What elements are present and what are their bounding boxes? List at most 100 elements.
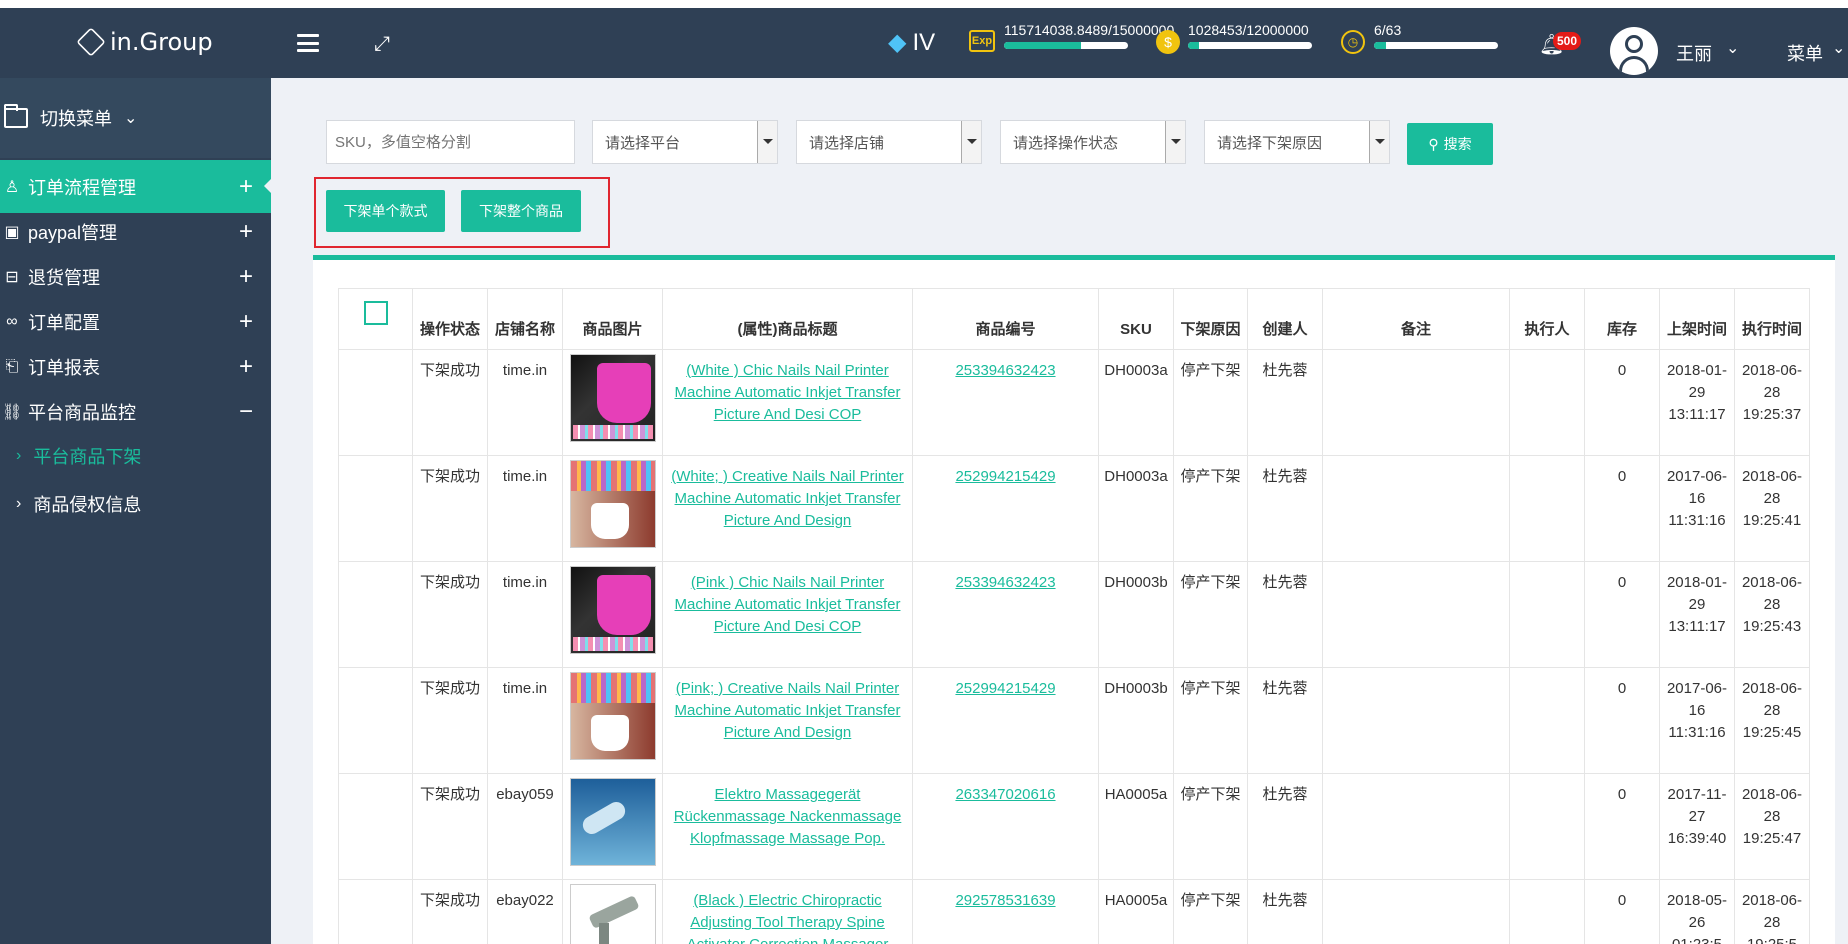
- row-select-cell[interactable]: [338, 349, 413, 456]
- item-id-cell: 252994215429: [912, 667, 1099, 774]
- delist-single-button[interactable]: 下架单个款式: [326, 190, 445, 232]
- executor-cell: [1509, 667, 1585, 774]
- expand-icon[interactable]: +: [239, 308, 253, 336]
- item-id-link[interactable]: 252994215429: [955, 680, 1055, 697]
- reason-select[interactable]: 请选择下架原因: [1204, 120, 1390, 164]
- delist-all-button[interactable]: 下架整个商品: [461, 190, 581, 232]
- item-id-cell: 263347020616: [912, 773, 1099, 880]
- item-id-link[interactable]: 263347020616: [955, 786, 1055, 803]
- alarm-clock-icon: ◷: [1341, 30, 1365, 54]
- product-title-link[interactable]: (Pink ) Chic Nails Nail Printer Machine …: [675, 574, 901, 635]
- item-id-link[interactable]: 292578531639: [955, 892, 1055, 909]
- item-id-link[interactable]: 253394632423: [955, 574, 1055, 591]
- title-cell: (White; ) Creative Nails Nail Printer Ma…: [662, 455, 913, 562]
- image-cell: [562, 773, 663, 880]
- link-icon: ⛓: [2, 403, 23, 421]
- image-cell: [562, 561, 663, 668]
- product-image[interactable]: [569, 354, 656, 442]
- item-id-link[interactable]: 253394632423: [955, 362, 1055, 379]
- listed-time-cell: 2017-11-27 16:39:40: [1659, 773, 1735, 880]
- user-name[interactable]: 王丽: [1676, 40, 1712, 66]
- row-select-cell[interactable]: [338, 561, 413, 668]
- product-image[interactable]: [569, 672, 656, 760]
- dropdown-arrow-icon: [1369, 121, 1389, 163]
- status-cell: 下架成功: [412, 879, 488, 944]
- row-select-cell[interactable]: [338, 879, 413, 944]
- store-cell: time.in: [487, 455, 563, 562]
- browser-bookmark-strip: [0, 0, 1848, 8]
- platform-select[interactable]: 请选择平台: [592, 120, 778, 164]
- expand-icon[interactable]: +: [239, 173, 253, 201]
- product-image[interactable]: [569, 884, 656, 944]
- avatar[interactable]: [1610, 27, 1658, 75]
- note-cell: [1322, 879, 1510, 944]
- store-select[interactable]: 请选择店铺: [796, 120, 982, 164]
- results-panel: 操作状态 店铺名称 商品图片 (属性)商品标题 商品编号 SKU 下架原因 创建…: [313, 255, 1835, 944]
- column-header: 执行人: [1509, 288, 1585, 350]
- product-title-link[interactable]: (Black ) Electric Chiropractic Adjusting…: [687, 892, 889, 944]
- sku-search-input[interactable]: [326, 120, 575, 164]
- expand-icon[interactable]: +: [239, 218, 253, 246]
- sidebar-item-platform-monitor[interactable]: ⛓ 平台商品监控 −: [0, 385, 271, 438]
- product-title-link[interactable]: (White ) Chic Nails Nail Printer Machine…: [675, 362, 901, 423]
- status-select[interactable]: 请选择操作状态: [1000, 120, 1186, 164]
- product-title-link[interactable]: Elektro Massagegerät Rückenmassage Nacke…: [674, 786, 902, 847]
- menu-toggle-icon[interactable]: [297, 34, 319, 52]
- sidebar-item-label: 订单流程管理: [28, 177, 136, 198]
- sidebar-item-label: paypal管理: [28, 222, 118, 243]
- title-cell: (Black ) Electric Chiropractic Adjusting…: [662, 879, 913, 944]
- column-header: 备注: [1322, 288, 1510, 350]
- product-image[interactable]: [569, 566, 656, 654]
- chevron-down-icon[interactable]: ⌄: [1726, 38, 1739, 58]
- store-select-value: 请选择店铺: [809, 134, 885, 152]
- save-icon: ▣: [4, 223, 20, 241]
- sidebar-subitem-infringement[interactable]: › 商品侵权信息: [0, 480, 271, 528]
- note-cell: [1322, 349, 1510, 456]
- coin-value: 1028453/12000000: [1188, 22, 1309, 38]
- status-cell: 下架成功: [412, 773, 488, 880]
- menu-button[interactable]: 菜单: [1787, 40, 1823, 66]
- switch-menu-button[interactable]: 切换菜单 ⌄: [0, 78, 271, 158]
- chevron-down-icon[interactable]: ⌄: [1832, 38, 1845, 58]
- sidebar-subitem-delist[interactable]: › 平台商品下架: [0, 432, 271, 480]
- chevron-down-icon: ⌄: [124, 110, 138, 127]
- product-title-link[interactable]: (Pink; ) Creative Nails Nail Printer Mac…: [675, 680, 901, 741]
- expand-icon[interactable]: +: [239, 263, 253, 291]
- fullscreen-icon[interactable]: ⤢: [374, 33, 390, 56]
- infinity-icon: ∞: [6, 312, 18, 330]
- row-select-cell[interactable]: [338, 455, 413, 562]
- exp-progress-bar: [1004, 42, 1128, 49]
- coin-progress-bar: [1188, 42, 1312, 49]
- executed-time-cell: 2018-06-28 19:25:47: [1734, 773, 1810, 880]
- row-select-cell[interactable]: [338, 773, 413, 880]
- product-title-link[interactable]: (White; ) Creative Nails Nail Printer Ma…: [671, 468, 904, 529]
- task-progress-bar: [1374, 42, 1498, 49]
- chevron-right-icon: ›: [16, 447, 22, 464]
- stock-cell: 0: [1584, 667, 1660, 774]
- executed-time-cell: 2018-06-28 19:25:43: [1734, 561, 1810, 668]
- store-cell: ebay022: [487, 879, 563, 944]
- sidebar-item-label: 平台商品监控: [28, 402, 136, 423]
- collapse-icon[interactable]: −: [239, 398, 253, 426]
- reason-select-value: 请选择下架原因: [1217, 134, 1323, 152]
- item-id-link[interactable]: 252994215429: [955, 468, 1055, 485]
- report-icon: ⎗: [5, 357, 19, 375]
- logo[interactable]: in.Group: [76, 27, 213, 57]
- row-select-cell[interactable]: [338, 667, 413, 774]
- notification-badge: 500: [1553, 32, 1582, 50]
- select-all-checkbox[interactable]: [363, 300, 388, 325]
- item-id-cell: 252994215429: [912, 455, 1099, 562]
- product-image[interactable]: [569, 460, 656, 548]
- table-header-row: 操作状态 店铺名称 商品图片 (属性)商品标题 商品编号 SKU 下架原因 创建…: [338, 288, 1810, 350]
- product-image[interactable]: [569, 778, 656, 866]
- vip-level: ◆ IV: [888, 28, 935, 57]
- folder-icon: [4, 104, 28, 128]
- reason-cell: 停产下架: [1173, 773, 1248, 880]
- sidebar-item-label: 订单配置: [28, 312, 100, 333]
- table-row: 下架成功 ebay059 Elektro Massagegerät Rücken…: [338, 773, 1810, 880]
- search-button[interactable]: ⚲ 搜索: [1407, 123, 1493, 165]
- stock-cell: 0: [1584, 879, 1660, 944]
- expand-icon[interactable]: +: [239, 353, 253, 381]
- stock-cell: 0: [1584, 349, 1660, 456]
- task-value: 6/63: [1374, 22, 1402, 38]
